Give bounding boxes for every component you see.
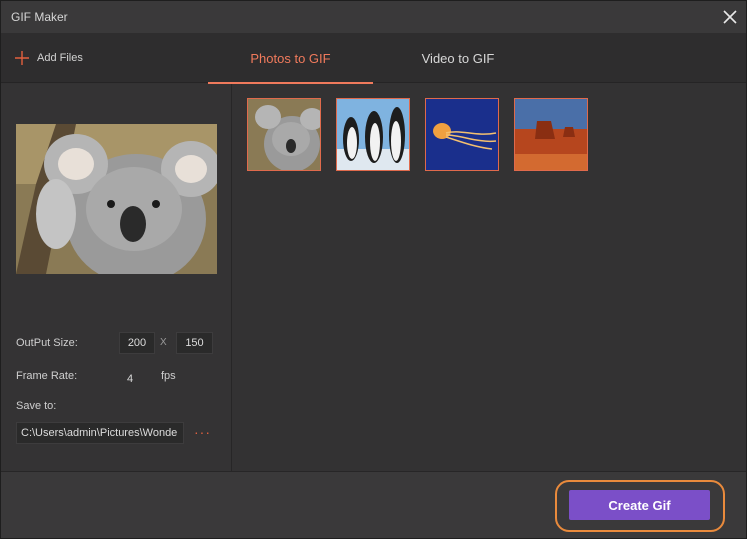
plus-icon: [15, 51, 29, 65]
save-path-input[interactable]: C:\Users\admin\Pictures\Wonde: [16, 422, 184, 444]
frame-rate-label: Frame Rate:: [16, 370, 78, 382]
save-to-label: Save to:: [16, 400, 57, 412]
thumbnail-desert[interactable]: [514, 98, 588, 171]
add-files-button[interactable]: Add Files: [15, 51, 83, 65]
close-icon[interactable]: [720, 7, 740, 27]
fps-unit-label: fps: [161, 370, 176, 382]
window-title: GIF Maker: [11, 10, 68, 24]
thumbnail-penguins[interactable]: [336, 98, 410, 171]
thumbnail-jellyfish[interactable]: [425, 98, 499, 171]
preview-image: [16, 124, 217, 274]
settings-panel: OutPut Size: 200 X 150 Frame Rate: 4 fps…: [1, 84, 232, 471]
tab-video-to-gif[interactable]: Video to GIF: [373, 33, 543, 83]
size-separator: X: [160, 337, 167, 348]
create-gif-button[interactable]: Create Gif: [569, 490, 710, 520]
output-height-input[interactable]: 150: [176, 332, 213, 354]
thumbnail-koala[interactable]: [247, 98, 321, 171]
toolbar: Add Files Photos to GIF Video to GIF: [1, 33, 746, 84]
tab-photos-to-gif[interactable]: Photos to GIF: [208, 33, 373, 84]
browse-more-icon[interactable]: ···: [194, 424, 211, 440]
add-files-label: Add Files: [37, 52, 83, 64]
footer-bar: Create Gif: [1, 471, 746, 538]
output-width-input[interactable]: 200: [119, 332, 155, 354]
frame-rate-input[interactable]: 4: [127, 373, 133, 385]
output-size-label: OutPut Size:: [16, 337, 78, 349]
photo-list-panel: [233, 84, 746, 471]
title-bar: GIF Maker: [1, 1, 746, 33]
gif-maker-window: GIF Maker Add Files Photos to GIF Video …: [0, 0, 747, 539]
